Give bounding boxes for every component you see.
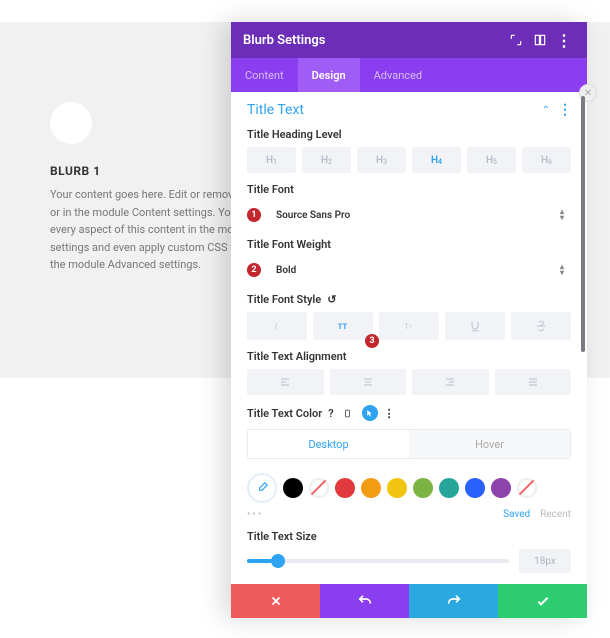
swatch-teal[interactable] [439,478,459,498]
slider-knob[interactable] [271,554,285,568]
panel-body: Title Text ⌃ ⋮ Title Heading Level H1 H2… [231,92,587,584]
swatch-blue[interactable] [465,478,485,498]
label-alignment: Title Text Alignment [247,350,571,363]
tab-content[interactable]: Content [231,58,298,92]
color-tab-hover[interactable]: Hover [409,430,570,458]
select-arrows-icon: ▴▾ [560,264,564,276]
snap-icon[interactable] [529,29,551,51]
saved-palette-link[interactable]: Saved [503,509,530,520]
heading-h2[interactable]: H2 [302,147,351,173]
scrollbar[interactable] [581,96,585,352]
title-weight-value: Bold [276,265,296,276]
label-text-size: Title Text Size [247,530,571,543]
recent-palette-link[interactable]: Recent [540,509,571,520]
swatch-yellow[interactable] [387,478,407,498]
text-size-slider[interactable] [247,559,509,563]
align-justify[interactable] [495,369,572,395]
color-state-tabs: Desktop Hover [247,429,571,459]
panel-footer [231,584,587,618]
label-heading-level: Title Heading Level [247,128,571,141]
callout-badge-2: 2 [247,263,261,277]
swatch-black[interactable] [283,478,303,498]
chevron-up-icon: ⌃ [542,105,550,116]
title-font-select[interactable]: Source Sans Pro ▴▾ [269,202,571,228]
color-tab-desktop[interactable]: Desktop [248,430,409,458]
eyedropper-icon[interactable] [247,473,277,503]
callout-badge-1: 1 [247,208,261,222]
select-arrows-icon: ▴▾ [560,209,564,221]
svg-text:T: T [409,325,413,331]
style-uppercase[interactable]: TT [313,312,373,340]
align-left[interactable] [247,369,324,395]
swatch-purple[interactable] [491,478,511,498]
hover-icon[interactable] [362,405,378,421]
undo-button[interactable] [320,584,409,618]
heading-h6[interactable]: H6 [522,147,571,173]
section-title: Title Text [247,102,542,118]
heading-h1[interactable]: H1 [247,147,296,173]
tab-advanced[interactable]: Advanced [360,58,436,92]
tab-design[interactable]: Design [298,58,360,92]
swatch-none[interactable] [309,478,329,498]
color-swatches [247,473,571,503]
help-icon[interactable]: ? [328,407,333,420]
redo-button[interactable] [409,584,498,618]
title-font-value: Source Sans Pro [276,210,350,221]
align-right[interactable] [412,369,489,395]
svg-text:TT: TT [338,322,348,331]
label-title-style: Title Font Style ↺ [247,293,571,306]
style-underline[interactable] [445,312,505,340]
save-button[interactable] [498,584,587,618]
align-center[interactable] [330,369,407,395]
label-title-font: Title Font [247,183,571,196]
svg-text:I: I [275,322,278,333]
phone-icon[interactable] [340,405,356,421]
heading-h4[interactable]: H4 [412,147,461,173]
expand-icon[interactable] [505,29,527,51]
style-strike[interactable] [511,312,571,340]
palette-dots-icon[interactable]: ••• [247,509,263,520]
label-letter-spacing: Title Letter Spacing [247,583,571,584]
blurb-image-placeholder [50,102,92,144]
alignment-options [247,369,571,395]
settings-panel: Blurb Settings ⋮ Content Design Advanced… [231,22,587,618]
more-icon[interactable]: ⋮ [553,29,575,51]
reset-icon[interactable]: ↺ [327,293,336,306]
section-toggle-title-text[interactable]: Title Text ⌃ ⋮ [247,102,571,118]
color-more-icon[interactable]: ⋮ [384,407,395,420]
swatch-red[interactable] [335,478,355,498]
swatch-none-2[interactable] [517,478,537,498]
palette-footer: ••• Saved Recent [247,509,571,520]
panel-header: Blurb Settings ⋮ [231,22,587,58]
style-smallcaps[interactable]: TT [379,312,439,340]
swatch-green[interactable] [413,478,433,498]
panel-title: Blurb Settings [243,33,503,48]
heading-h3[interactable]: H3 [357,147,406,173]
title-weight-select[interactable]: Bold ▴▾ [269,257,571,283]
panel-tabs: Content Design Advanced [231,58,587,92]
heading-h5[interactable]: H5 [467,147,516,173]
swatch-orange[interactable] [361,478,381,498]
text-size-value[interactable]: 18px [519,549,571,573]
font-style-options: I TT TT 3 [247,312,571,340]
label-title-weight: Title Font Weight [247,238,571,251]
heading-level-options: H1 H2 H3 H4 H5 H6 [247,147,571,173]
callout-badge-3: 3 [365,334,379,348]
style-italic[interactable]: I [247,312,307,340]
section-more-icon[interactable]: ⋮ [558,102,571,118]
cancel-button[interactable] [231,584,320,618]
label-text-color: Title Text Color ? ⋮ [247,405,571,421]
